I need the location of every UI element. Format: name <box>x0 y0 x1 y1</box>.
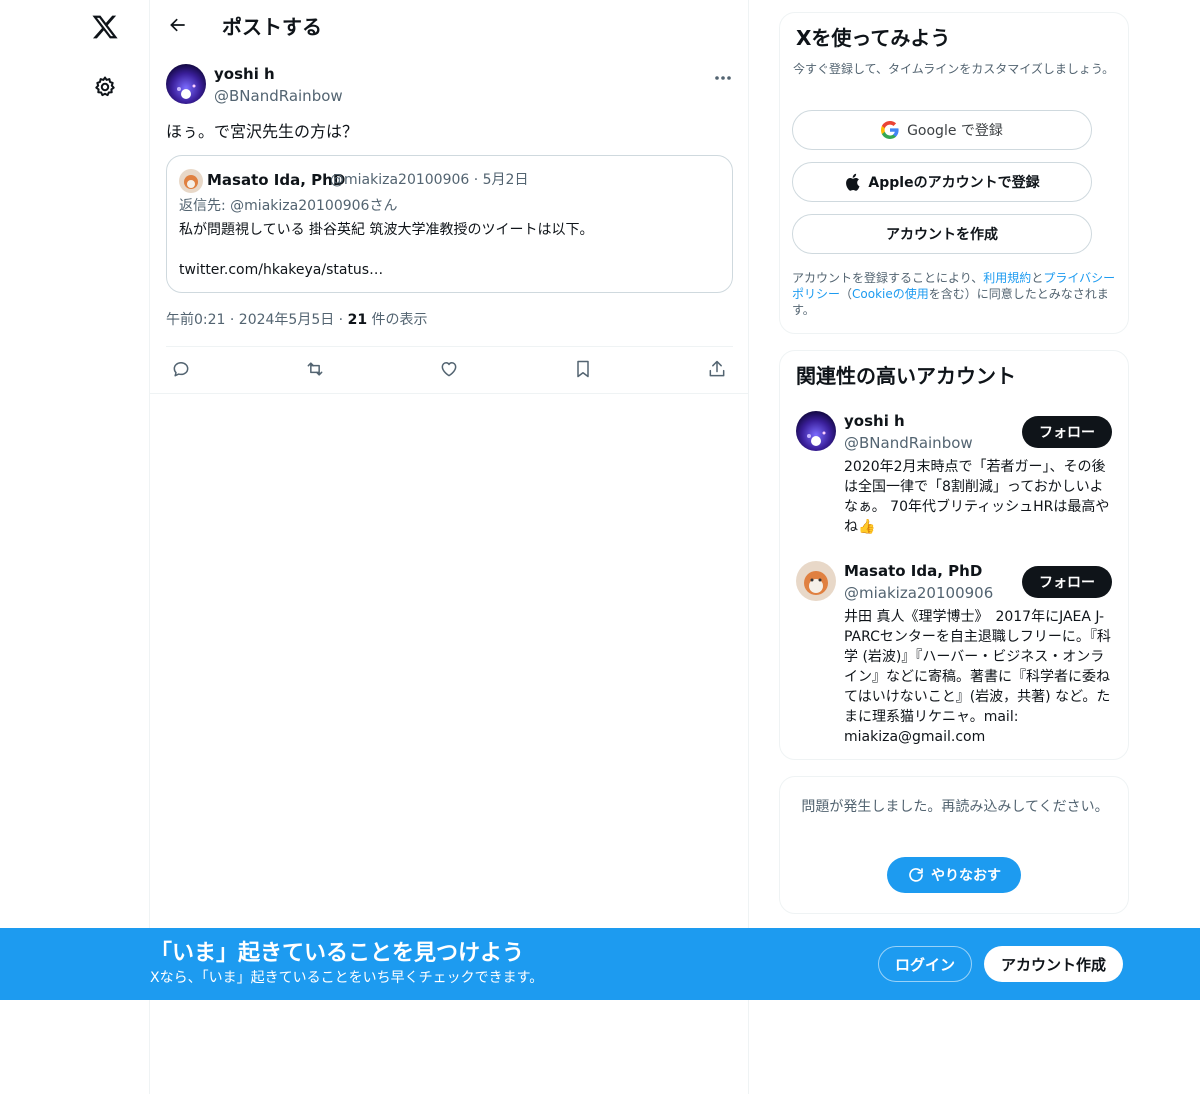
avatar[interactable] <box>796 411 836 451</box>
bookmark-button[interactable] <box>568 357 598 385</box>
google-icon <box>881 121 899 139</box>
banner-title: 「いま」起きていることを見つけよう <box>150 941 525 966</box>
divider <box>150 393 748 394</box>
quote-link[interactable]: twitter.com/hkakeya/status… <box>179 260 383 280</box>
author-handle[interactable]: @BNandRainbow <box>214 86 343 106</box>
google-signup-button[interactable]: Google で登録 <box>792 110 1092 150</box>
page-title: ポストする <box>222 15 322 39</box>
share-icon <box>707 359 727 383</box>
gear-icon[interactable] <box>88 70 122 104</box>
create-account-button[interactable]: アカウントを作成 <box>792 214 1092 254</box>
bookmark-icon <box>574 359 592 383</box>
repost-button[interactable] <box>300 357 330 385</box>
cookie-link[interactable]: Cookieの使用 <box>852 287 929 301</box>
login-button[interactable]: ログイン <box>878 946 972 982</box>
tweet-text: ほぅ。で宮沢先生の方は？ <box>166 122 359 141</box>
account-bio: 井田 真人《理学博士》 2017年にJAEA J-PARCセンターを自主退職しフ… <box>844 609 1111 745</box>
more-button[interactable] <box>710 64 736 86</box>
quote-handle-date: @miakiza20100906 · 5月2日 <box>330 172 529 188</box>
view-label: 件の表示 <box>367 312 428 328</box>
account-handle[interactable]: @miakiza20100906 <box>844 583 993 603</box>
create-account-label: アカウントを作成 <box>886 227 998 243</box>
reply-icon <box>171 359 191 383</box>
page-header: ポストする <box>150 0 748 54</box>
account-name[interactable]: Masato Ida, PhD <box>844 561 982 581</box>
tweet-meta: 午前0:21 · 2024年5月5日 · 21 件の表示 <box>166 310 428 330</box>
google-signup-label: Google で登録 <box>907 123 1003 139</box>
banner-subtitle: Xなら、「いま」起きていることをいち早くチェックできます。 <box>150 970 544 986</box>
apple-signup-label: Appleのアカウントで登録 <box>868 175 1040 191</box>
terms-and: と <box>1031 271 1044 285</box>
error-message: 問題が発生しました。再読み込みしてください。 <box>801 799 1109 815</box>
signup-card: Xを使ってみよう 今すぐ登録して、タイムラインをカスタマイズしましょう。 Goo… <box>779 12 1129 334</box>
follow-button[interactable]: フォロー <box>1022 566 1112 598</box>
avatar[interactable] <box>166 64 206 104</box>
quote-reply-to: 返信先: @miakiza20100906さん <box>179 198 398 214</box>
signup-title: Xを使ってみよう <box>796 26 951 50</box>
apple-signup-button[interactable]: Appleのアカウントで登録 <box>792 162 1092 202</box>
quote-avatar <box>179 169 203 193</box>
reply-button[interactable] <box>166 357 196 385</box>
heart-icon <box>439 359 459 383</box>
account-name[interactable]: yoshi h <box>844 411 905 431</box>
error-card: 問題が発生しました。再読み込みしてください。 やりなおす <box>779 776 1129 914</box>
repost-icon <box>304 359 326 383</box>
terms-prefix: アカウントを登録することにより、 <box>792 271 984 285</box>
quote-author-name: Masato Ida, PhD <box>207 171 346 189</box>
retry-label: やりなおす <box>931 868 1001 884</box>
account-bio: 2020年2月末時点で「若者ガー」、その後は全国一律で「8割削減」っておかしいよ… <box>844 459 1110 535</box>
quote-body: 私が問題視している 掛谷英紀 筑波大学准教授のツイートは以下。 <box>179 222 594 238</box>
bottom-banner: 「いま」起きていることを見つけよう Xなら、「いま」起きていることをいち早くチェ… <box>0 928 1200 1000</box>
apple-icon <box>844 173 860 191</box>
signup-subtitle: 今すぐ登録して、タイムラインをカスタマイズしましょう。 <box>793 62 1115 76</box>
related-accounts-card: 関連性の高いアカウント yoshi h @BNandRainbow 2020年2… <box>779 350 1129 760</box>
account-handle[interactable]: @BNandRainbow <box>844 433 973 453</box>
more-horizontal-icon <box>714 66 732 85</box>
retry-button[interactable]: やりなおす <box>887 857 1021 893</box>
arrow-left-icon <box>168 15 188 39</box>
back-button[interactable] <box>162 11 194 43</box>
terms-link[interactable]: 利用規約 <box>983 271 1031 285</box>
quoted-tweet[interactable]: Masato Ida, PhD @miakiza20100906 · 5月2日 … <box>166 155 733 293</box>
tweet-time[interactable]: 午前0:21 · 2024年5月5日 · <box>166 312 348 328</box>
share-button[interactable] <box>702 357 732 385</box>
author-name[interactable]: yoshi h <box>214 64 275 84</box>
terms-text: アカウントを登録することにより、利用規約とプライバシーポリシー（Cookieの使… <box>792 270 1122 318</box>
tweet-actions <box>166 346 733 394</box>
signup-button[interactable]: アカウント作成 <box>984 946 1123 982</box>
view-count: 21 <box>347 312 368 328</box>
like-button[interactable] <box>434 357 464 385</box>
refresh-icon <box>907 866 925 884</box>
related-accounts-title: 関連性の高いアカウント <box>796 364 1016 388</box>
terms-open: （ <box>840 287 853 301</box>
avatar[interactable] <box>796 561 836 601</box>
follow-button[interactable]: フォロー <box>1022 416 1112 448</box>
x-logo-icon[interactable] <box>88 10 122 44</box>
